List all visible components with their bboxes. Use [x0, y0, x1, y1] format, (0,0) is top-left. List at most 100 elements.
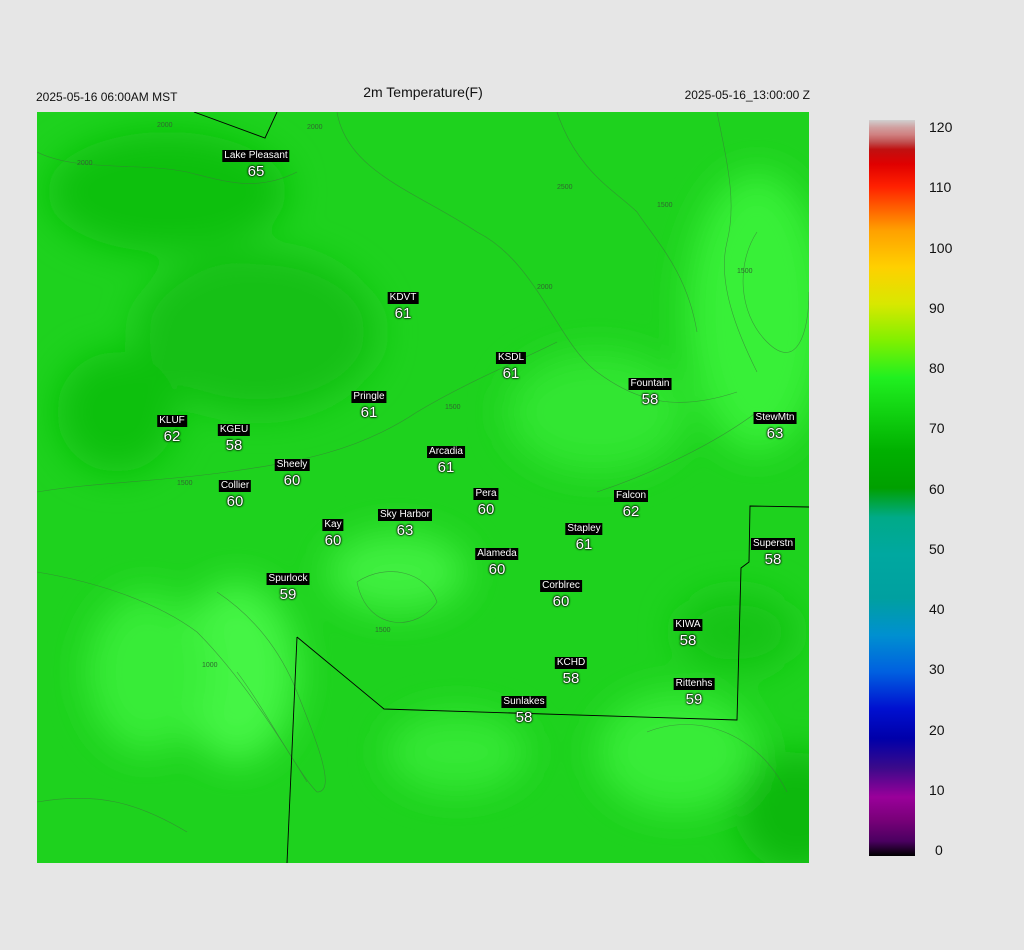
station-marker[interactable]: Alameda 60 — [475, 544, 519, 578]
station-name: Collier — [218, 480, 252, 492]
station-name: KIWA — [673, 619, 703, 631]
station-name: Rittenhs — [673, 678, 715, 690]
station-marker[interactable]: Sky Harbor 63 — [377, 505, 433, 539]
color-bar-tick: 60 — [929, 480, 945, 497]
contour-label: 2000 — [77, 160, 93, 167]
station-marker[interactable]: Stapley 61 — [565, 519, 603, 553]
color-bar-tick: 20 — [929, 721, 945, 738]
station-temperature: 58 — [562, 670, 580, 687]
station-name: Arcadia — [427, 446, 465, 458]
station-name: Stapley — [565, 523, 603, 535]
contour-label: 2000 — [307, 124, 323, 131]
station-marker[interactable]: KCHD 58 — [554, 653, 588, 687]
station-temperature: 58 — [225, 437, 243, 454]
station-name: Pera — [473, 488, 499, 500]
contour-label: 1500 — [177, 480, 193, 487]
temperature-map[interactable]: 2000 2000 2000 2500 2000 1500 1500 1500 1500 1500… — [37, 112, 809, 863]
color-bar-tick: 30 — [929, 661, 945, 678]
station-name: Alameda — [475, 548, 519, 560]
station-marker[interactable]: Lake Pleasant 65 — [222, 146, 290, 180]
contour-label: 1500 — [445, 404, 461, 411]
station-temperature: 63 — [766, 425, 784, 442]
station-temperature: 62 — [163, 428, 181, 445]
station-temperature: 58 — [515, 709, 533, 726]
valid-time-label: 2025-05-16_13:00:00 Z — [684, 88, 810, 102]
station-temperature: 60 — [324, 532, 342, 549]
color-bar — [869, 120, 915, 856]
station-temperature: 61 — [502, 365, 520, 382]
color-bar-tick: 120 — [929, 119, 953, 135]
contour-label: 2500 — [557, 184, 573, 191]
station-temperature: 65 — [247, 163, 265, 180]
station-marker[interactable]: Pera 60 — [473, 484, 499, 518]
station-marker[interactable]: Superstn 58 — [750, 534, 796, 568]
station-temperature: 60 — [488, 561, 506, 578]
station-temperature: 60 — [552, 593, 570, 610]
station-name: KDVT — [387, 292, 419, 304]
station-temperature: 59 — [279, 586, 297, 603]
station-name: Pringle — [351, 391, 387, 403]
station-temperature: 62 — [622, 503, 640, 520]
station-name: KGEU — [217, 424, 251, 436]
station-temperature: 58 — [764, 551, 782, 568]
station-marker[interactable]: Collier 60 — [218, 476, 252, 510]
station-marker[interactable]: Corblrec 60 — [540, 576, 582, 609]
station-marker[interactable]: Fountain 58 — [628, 374, 672, 408]
contour-label: 1500 — [737, 268, 753, 275]
station-marker[interactable]: Kay 60 — [322, 515, 344, 549]
station-temperature: 61 — [394, 305, 412, 322]
station-name: StewMtn — [753, 412, 797, 424]
color-bar-tick: 100 — [929, 239, 953, 256]
station-name: KSDL — [495, 352, 527, 364]
station-name: Corblrec — [540, 580, 582, 592]
station-marker[interactable]: Pringle 61 — [351, 387, 387, 421]
temperature-field — [47, 132, 809, 863]
station-temperature: 60 — [226, 493, 244, 510]
station-name: Lake Pleasant — [222, 150, 290, 162]
station-name: Kay — [322, 519, 344, 531]
contour-label: 1500 — [375, 627, 391, 634]
station-name: Superstn — [750, 538, 796, 550]
station-name: Sky Harbor — [377, 509, 433, 521]
station-marker[interactable]: StewMtn 63 — [753, 408, 797, 442]
contour-label: 2000 — [157, 122, 173, 129]
station-temperature: 58 — [679, 632, 697, 649]
station-marker[interactable]: KSDL 61 — [495, 348, 527, 382]
color-bar-tick: 10 — [929, 781, 945, 798]
contour-label: 1000 — [202, 662, 218, 669]
station-temperature: 58 — [641, 391, 659, 408]
station-name: Falcon — [613, 490, 649, 502]
station-marker[interactable]: Falcon 62 — [613, 486, 649, 520]
color-bar-tick: 50 — [929, 540, 945, 557]
station-name: Spurlock — [266, 573, 310, 585]
color-bar-tick: 110 — [929, 179, 952, 196]
station-name: KLUF — [157, 415, 187, 427]
color-bar-tick: 90 — [929, 299, 945, 316]
station-temperature: 61 — [437, 459, 455, 476]
station-name: Sunlakes — [501, 696, 547, 708]
station-name: Sheely — [274, 459, 310, 471]
station-marker[interactable]: KGEU 58 — [217, 420, 251, 454]
color-bar-tick: 80 — [929, 360, 945, 376]
station-temperature: 60 — [283, 472, 301, 489]
contour-label: 1500 — [657, 202, 673, 209]
station-marker[interactable]: Sunlakes 58 — [501, 692, 547, 726]
map-background — [37, 112, 809, 863]
station-marker[interactable]: Arcadia 61 — [427, 442, 465, 475]
station-name: KCHD — [554, 657, 588, 669]
color-bar-tick: 0 — [935, 842, 943, 858]
station-name: Fountain — [628, 378, 672, 390]
station-temperature: 60 — [477, 501, 495, 518]
station-marker[interactable]: KIWA 58 — [673, 615, 703, 649]
station-temperature: 61 — [360, 404, 378, 421]
station-temperature: 63 — [396, 522, 414, 539]
station-marker[interactable]: KDVT 61 — [387, 288, 419, 322]
station-marker[interactable]: Sheely 60 — [274, 455, 310, 489]
station-marker[interactable]: Spurlock 59 — [266, 569, 310, 603]
color-bar-tick: 70 — [929, 420, 945, 437]
station-temperature: 59 — [685, 691, 703, 708]
contour-label: 2000 — [537, 284, 553, 291]
station-marker[interactable]: Rittenhs 59 — [673, 674, 715, 708]
station-temperature: 61 — [575, 536, 593, 553]
station-marker[interactable]: KLUF 62 — [157, 411, 187, 444]
